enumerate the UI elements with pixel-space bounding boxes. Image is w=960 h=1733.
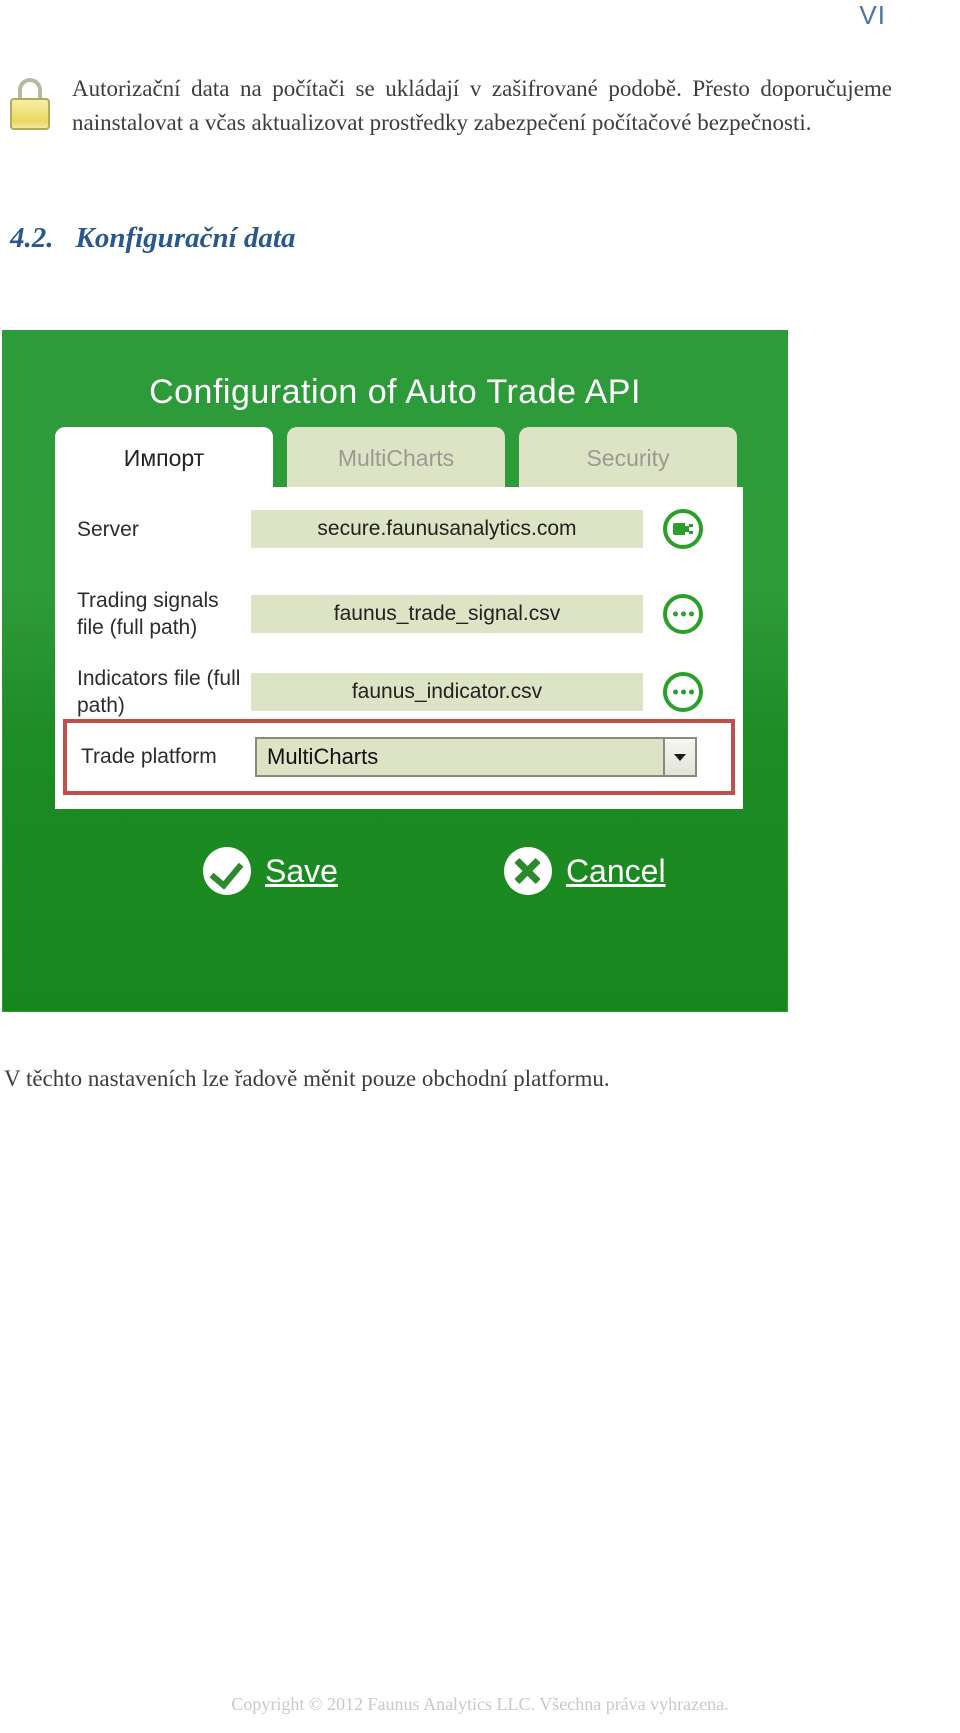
indicators-field[interactable]: faunus_indicator.csv: [251, 673, 643, 711]
plug-connect-icon: [673, 521, 693, 537]
footer-copyright: Copyright © 2012 Faunus Analytics LLC. V…: [231, 1694, 729, 1714]
security-note: Autorizační data na počítači se ukládají…: [0, 50, 960, 170]
check-circle-icon: [203, 847, 251, 895]
cancel-button-label: Cancel: [565, 852, 666, 889]
figure-caption: V těchto nastaveních lze řadově měnit po…: [4, 1066, 610, 1091]
tab-import[interactable]: Импорт: [55, 427, 273, 489]
section-number: 4.2.: [10, 222, 54, 254]
save-button[interactable]: Save: [203, 847, 338, 895]
save-button-label: Save: [265, 852, 338, 889]
import-tab-panel: Server secure.faunusanalytics.com Tradin…: [55, 487, 743, 809]
section-heading: 4.2. Konfigurační data: [10, 222, 295, 255]
indicators-browse-button[interactable]: [663, 672, 703, 712]
trading-signals-browse-button[interactable]: [663, 594, 703, 634]
server-connect-button[interactable]: [663, 509, 703, 549]
action-bar: Save Cancel: [55, 831, 743, 911]
trade-platform-value: MultiCharts: [267, 744, 379, 769]
tab-bar: Импорт MultiCharts Security: [55, 427, 743, 489]
trade-platform-highlight: Trade platform MultiCharts: [63, 719, 735, 795]
cancel-button[interactable]: Cancel: [503, 847, 666, 895]
indicators-label: Indicators file (full path): [77, 667, 241, 717]
ellipsis-browse-icon: [667, 611, 699, 617]
chevron-down-icon[interactable]: [663, 737, 697, 777]
security-note-text: Autorizační data na počítači se ukládají…: [72, 76, 892, 135]
form-row-indicators: Indicators file (full path) faunus_indic…: [55, 665, 743, 719]
app-title: Configuration of Auto Trade API: [149, 373, 641, 411]
padlock-icon: [8, 78, 52, 130]
tab-import-label: Импорт: [123, 444, 205, 471]
server-label: Server: [77, 517, 139, 541]
trading-signals-label: Trading signals file (full path): [77, 589, 219, 639]
form-row-server: Server secure.faunusanalytics.com: [55, 509, 743, 549]
trading-signals-field[interactable]: faunus_trade_signal.csv: [251, 595, 643, 633]
trade-platform-label: Trade platform: [81, 745, 217, 768]
x-circle-icon: [503, 847, 552, 895]
server-field[interactable]: secure.faunusanalytics.com: [251, 510, 643, 548]
tab-multicharts[interactable]: MultiCharts: [287, 427, 505, 489]
ellipsis-browse-icon: [667, 689, 699, 695]
tab-security-label: Security: [586, 444, 670, 471]
page-number-marker: VI: [859, 0, 886, 30]
trade-platform-select[interactable]: MultiCharts: [255, 737, 697, 777]
tab-security[interactable]: Security: [519, 427, 737, 489]
form-row-trading-signals: Trading signals file (full path) faunus_…: [55, 587, 743, 641]
section-title: Konfigurační data: [75, 222, 296, 254]
tab-multicharts-label: MultiCharts: [337, 444, 455, 471]
app-screenshot: Configuration of Auto Trade API Импорт M…: [2, 330, 788, 1012]
